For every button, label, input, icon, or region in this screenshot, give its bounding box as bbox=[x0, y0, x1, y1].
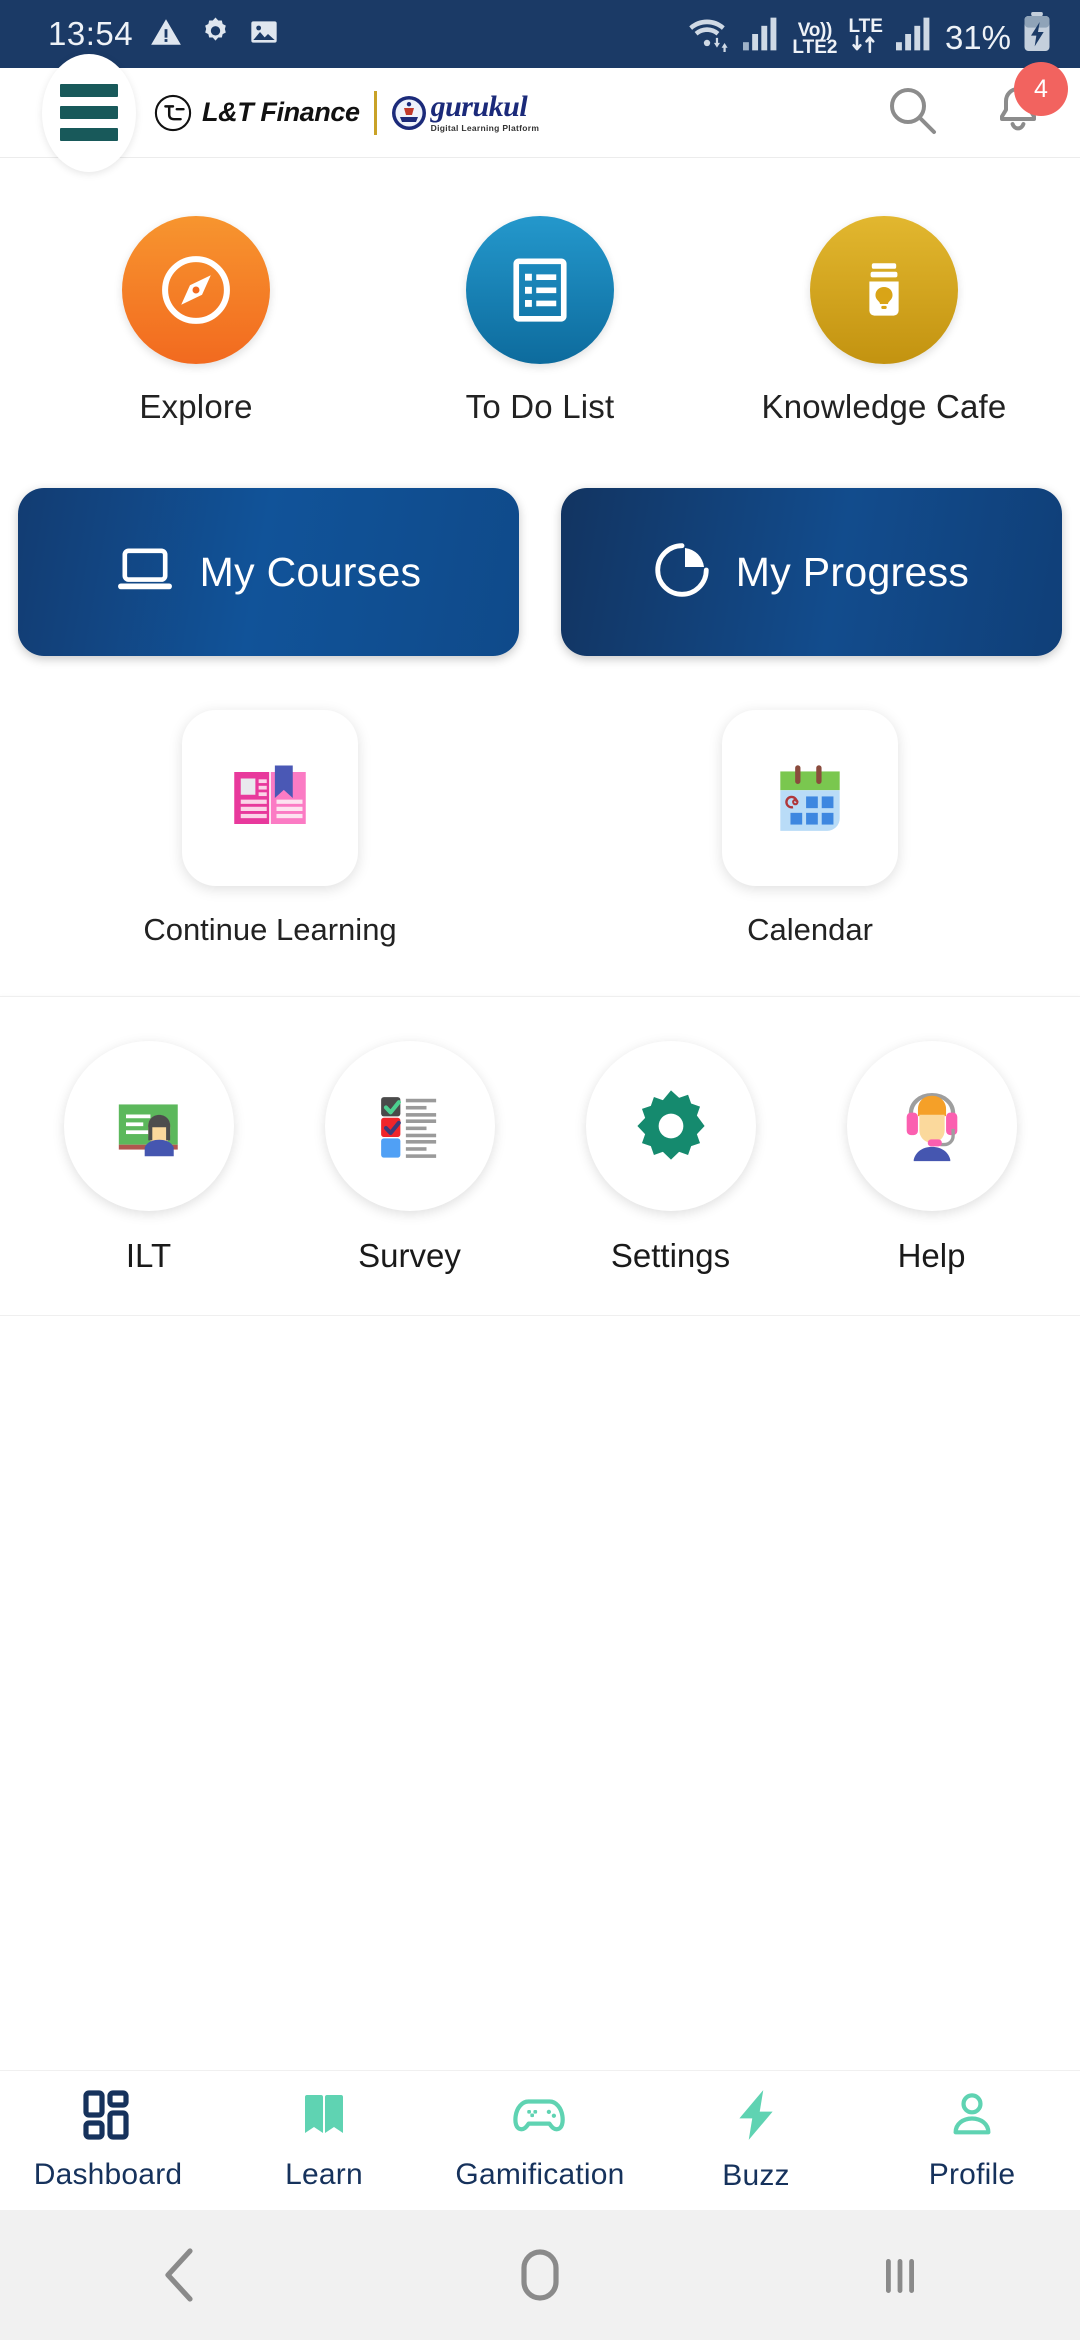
utility-settings[interactable]: Settings bbox=[540, 1041, 801, 1275]
my-progress-label: My Progress bbox=[735, 548, 970, 595]
utility-label: Survey bbox=[358, 1237, 461, 1274]
gurukul-logo: gurukul Digital Learning Platform bbox=[391, 92, 540, 133]
menu-bar bbox=[60, 106, 118, 119]
nav-item-learn[interactable]: Learn bbox=[216, 2089, 432, 2192]
gurukul-label: gurukul bbox=[430, 90, 528, 124]
utility-help[interactable]: Help bbox=[801, 1041, 1062, 1275]
status-bar-right: Vo)) LTE2 LTE 31% bbox=[684, 11, 1052, 59]
pie-chart-icon bbox=[654, 542, 710, 603]
nav-label: Profile bbox=[928, 2158, 1016, 2191]
volte-icon: Vo)) LTE2 bbox=[792, 19, 838, 59]
my-progress-button[interactable]: My Progress bbox=[561, 488, 1062, 656]
gear-icon bbox=[585, 1041, 756, 1211]
battery-percent-label: 31% bbox=[944, 18, 1011, 56]
notification-bell-icon[interactable]: 4 bbox=[990, 62, 1068, 143]
utility-survey[interactable]: Survey bbox=[279, 1041, 540, 1275]
menu-bar bbox=[60, 84, 118, 97]
utility-row: ILT Survey Settings Help bbox=[0, 996, 1080, 1316]
gurukul-badge-icon bbox=[391, 95, 427, 131]
primary-button-row: My Courses My Progress bbox=[0, 452, 1080, 656]
image-icon bbox=[248, 16, 280, 53]
menu-bar bbox=[60, 128, 118, 141]
app-header: L&T Finance gurukul Digital Learning Pla… bbox=[0, 53, 1080, 172]
lt-monogram-icon bbox=[154, 94, 192, 132]
my-courses-button[interactable]: My Courses bbox=[18, 488, 519, 656]
signal-bars-icon bbox=[894, 16, 934, 57]
gurukul-text-block: gurukul Digital Learning Platform bbox=[431, 92, 540, 133]
signal-bars-icon bbox=[741, 16, 781, 57]
shortcut-label: Explore bbox=[139, 388, 253, 425]
shortcut-row: Explore To Do List Knowledge Cafe bbox=[0, 158, 1080, 452]
nav-label: Gamification bbox=[455, 2158, 625, 2191]
continue-learning-tile[interactable]: Continue Learning bbox=[0, 710, 540, 948]
android-system-nav bbox=[0, 2210, 1080, 2340]
wifi-icon bbox=[684, 14, 730, 57]
utility-label: Settings bbox=[610, 1237, 731, 1274]
home-circle-icon[interactable] bbox=[360, 2245, 720, 2305]
brand-lockup: L&T Finance gurukul Digital Learning Pla… bbox=[154, 90, 884, 135]
battery-charging-icon bbox=[1022, 11, 1052, 57]
my-courses-label: My Courses bbox=[199, 548, 422, 595]
notification-badge: 4 bbox=[1014, 62, 1068, 116]
dashboard-grid-icon bbox=[82, 2089, 134, 2146]
shortcut-explore[interactable]: Explore bbox=[24, 216, 368, 426]
calendar-tile[interactable]: Calendar bbox=[540, 710, 1080, 948]
brand-divider bbox=[373, 90, 377, 135]
lte-icon: LTE bbox=[848, 16, 883, 57]
status-bar: 13:54 Vo)) LTE2 LTE 31% bbox=[0, 0, 1080, 68]
open-book-icon bbox=[298, 2089, 350, 2146]
status-clock: 13:54 bbox=[48, 15, 134, 52]
gear-icon bbox=[199, 15, 232, 53]
shortcut-to-do-list[interactable]: To Do List bbox=[368, 216, 712, 426]
back-chevron-icon[interactable] bbox=[0, 2245, 360, 2305]
status-bar-left: 13:54 bbox=[48, 15, 280, 54]
hamburger-menu-icon[interactable] bbox=[42, 53, 136, 172]
survey-checklist-icon bbox=[324, 1041, 495, 1211]
lightning-bolt-icon bbox=[732, 2088, 780, 2147]
nav-label: Buzz bbox=[722, 2159, 790, 2192]
feature-card-row: Continue Learning Calendar bbox=[0, 656, 1080, 948]
nav-item-buzz[interactable]: Buzz bbox=[648, 2088, 864, 2193]
person-icon bbox=[947, 2089, 997, 2146]
instructor-board-icon bbox=[63, 1041, 234, 1211]
bottom-navigation: Dashboard Learn Gamification Buzz Profil… bbox=[0, 2070, 1080, 2210]
calendar-icon bbox=[722, 710, 898, 886]
recents-bars-icon[interactable] bbox=[720, 2245, 1080, 2305]
shortcut-label: To Do List bbox=[465, 388, 615, 425]
lt-finance-label: L&T Finance bbox=[202, 97, 360, 127]
nav-item-gamification[interactable]: Gamification bbox=[432, 2089, 648, 2192]
utility-ilt[interactable]: ILT bbox=[18, 1041, 279, 1275]
shortcut-knowledge-cafe[interactable]: Knowledge Cafe bbox=[712, 216, 1056, 426]
calendar-label: Calendar bbox=[747, 912, 873, 947]
search-icon[interactable] bbox=[884, 82, 940, 143]
laptop-icon bbox=[116, 545, 174, 600]
checklist-icon bbox=[466, 216, 614, 364]
support-headset-icon bbox=[846, 1041, 1017, 1211]
gurukul-tagline: Digital Learning Platform bbox=[430, 123, 540, 134]
app-root: 13:54 Vo)) LTE2 LTE 31% L&T Finance guru… bbox=[0, 0, 1080, 2340]
nav-item-profile[interactable]: Profile bbox=[864, 2089, 1080, 2192]
warning-triangle-icon bbox=[149, 15, 183, 54]
shortcut-label: Knowledge Cafe bbox=[761, 388, 1007, 425]
nav-label: Dashboard bbox=[33, 2158, 183, 2191]
compass-icon bbox=[122, 216, 270, 364]
utility-label: Help bbox=[897, 1237, 966, 1274]
continue-learning-label: Continue Learning bbox=[143, 912, 397, 947]
nav-label: Learn bbox=[285, 2158, 363, 2191]
nav-item-dashboard[interactable]: Dashboard bbox=[0, 2089, 216, 2192]
open-book-bookmark-icon bbox=[182, 710, 358, 886]
header-actions: 4 bbox=[884, 62, 1068, 143]
lt-finance-logo: L&T Finance bbox=[154, 94, 360, 132]
utility-label: ILT bbox=[125, 1237, 172, 1274]
lightbulb-jar-icon bbox=[810, 216, 958, 364]
gamepad-icon bbox=[513, 2089, 567, 2146]
